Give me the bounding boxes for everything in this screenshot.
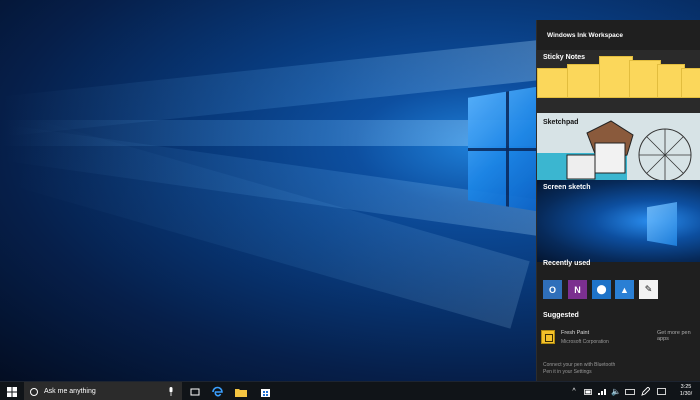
clock-date: 1/30/ [679,391,693,397]
action-center-button[interactable] [654,382,668,400]
recently-used-label: Recently used [543,260,591,267]
folder-icon [235,388,247,397]
pen-note-line2: Pen it in your Settings [543,369,592,375]
microphone-icon[interactable] [168,387,174,396]
maps-icon[interactable]: ⬤ [592,280,611,299]
suggested-app-publisher: Microsoft Corporation [561,339,609,345]
pen-connection-note[interactable]: Connect your pen with Bluetooth Pen it i… [543,362,615,376]
show-hidden-icons-chevron-icon[interactable]: ^ [568,382,580,400]
screen-sketch-tile[interactable]: Screen sketch [537,180,700,262]
pen-note-line1: Connect your pen with Bluetooth [543,362,616,368]
task-view-button[interactable] [186,382,204,400]
store-button[interactable] [256,382,274,400]
screen-sketch-preview [647,202,677,246]
sticky-notes-label: Sticky Notes [543,54,586,61]
fresh-paint-icon [541,330,555,344]
search-placeholder: Ask me anything [44,388,96,395]
windows-start-icon [7,386,17,397]
edge-icon [211,386,223,397]
volume-icon[interactable]: 🔈 [610,382,622,400]
taskbar: Ask me anything ^ 🔈 3:25 1/30/ [0,381,700,400]
photos-icon[interactable]: ▲ [615,280,634,299]
clock[interactable]: 3:25 1/30/ [672,384,700,398]
cortana-search-box[interactable]: Ask me anything [24,382,182,400]
store-icon [260,389,270,397]
windows-ink-button[interactable] [638,382,652,400]
pen-app-icon[interactable]: ✎ [639,280,658,299]
network-icon[interactable] [596,382,608,400]
file-explorer-button[interactable] [232,382,250,400]
suggested-app-item[interactable]: Fresh Paint Microsoft Corporation [541,328,641,348]
sketchpad-label: Sketchpad [543,119,579,126]
windows-ink-workspace-panel: Windows Ink Workspace Sticky Notes Sketc… [536,20,700,381]
cortana-circle-icon [30,387,38,396]
edge-browser-button[interactable] [208,382,226,400]
pen-ink-icon [640,387,650,396]
battery-icon[interactable] [582,382,594,400]
screen-sketch-label: Screen sketch [543,184,591,191]
get-more-pen-apps-link[interactable]: Get more pen apps [657,330,700,342]
panel-title: Windows Ink Workspace [547,32,624,39]
suggested-label: Suggested [543,312,579,319]
notification-icon [656,387,666,395]
outlook-icon[interactable]: O [543,280,562,299]
task-view-icon [190,388,200,395]
start-button[interactable] [0,382,24,400]
clock-time: 3:25 [680,384,692,390]
suggested-app-name: Fresh Paint [561,330,590,336]
onenote-icon[interactable]: N [568,280,587,299]
keyboard-icon[interactable] [624,382,636,400]
